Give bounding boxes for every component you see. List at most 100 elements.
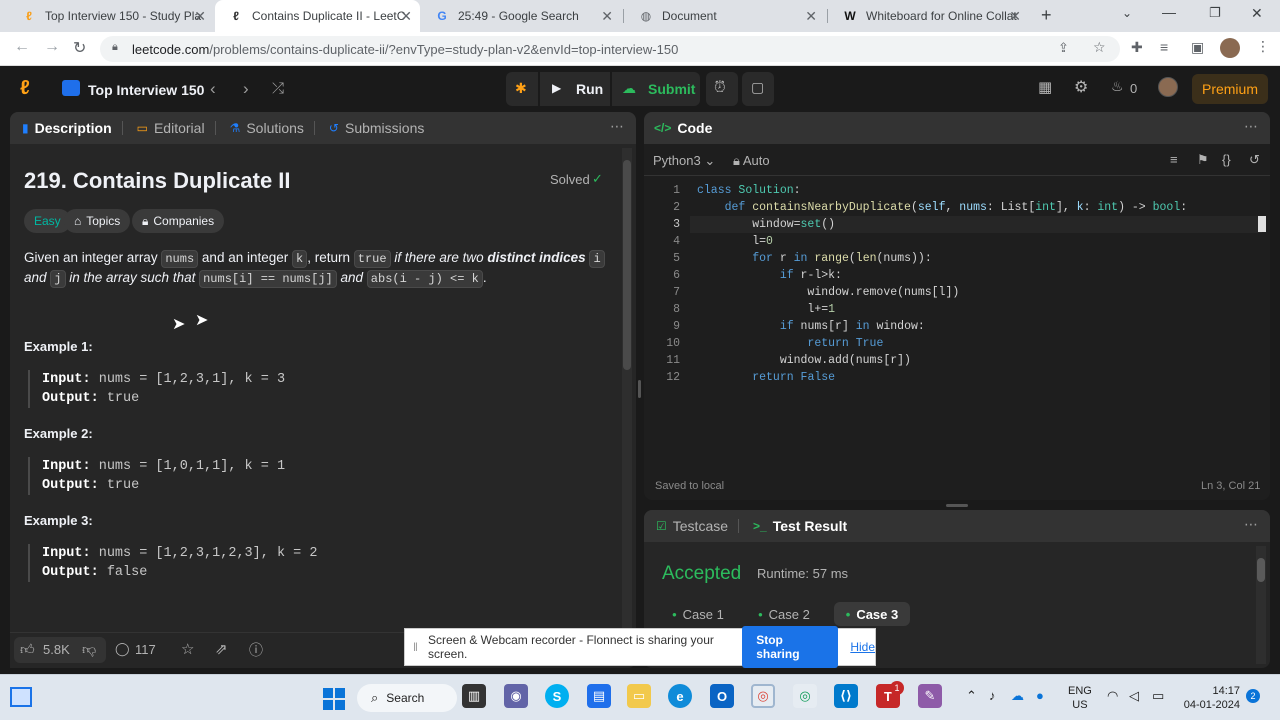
hide-link[interactable]: Hide (850, 640, 875, 654)
leetcode-logo[interactable]: ℓ (20, 77, 30, 100)
gear-icon[interactable]: ⚙ (1074, 77, 1088, 97)
tab-editorial[interactable]: ▭ Editorial (137, 120, 205, 136)
chevron-down-icon[interactable]: ⌄ (1122, 6, 1132, 20)
task-view-icon[interactable]: ▥ (462, 684, 486, 708)
code-line[interactable]: window=set() (697, 218, 835, 231)
outlook-icon[interactable]: O (710, 684, 734, 708)
avatar[interactable] (1158, 77, 1178, 97)
companies-tag[interactable]: 🔒︎ Companies (132, 209, 225, 233)
chrome-profile-icon[interactable]: ◎ (793, 684, 817, 708)
close-icon[interactable]: ✕ (601, 8, 613, 25)
menu-icon[interactable]: ⋮ (1256, 38, 1270, 55)
more-icon[interactable]: ⋯ (1244, 516, 1258, 533)
chevron-up-icon[interactable]: ⌃ (966, 688, 977, 704)
browser-tab[interactable]: ℓ Top Interview 150 - Study Pla ✕ (8, 0, 214, 32)
format-icon[interactable]: ≡ (1170, 152, 1178, 167)
tab-code[interactable]: </> Code (654, 120, 712, 136)
code-line[interactable]: window.remove(nums[l]) (697, 286, 959, 299)
close-icon[interactable]: ✕ (805, 8, 817, 25)
volume-icon[interactable]: ◁ (1129, 688, 1139, 704)
run-button[interactable]: ▶ Run (540, 72, 610, 106)
close-icon[interactable]: ✕ (1009, 8, 1021, 25)
new-tab-icon[interactable]: + (1041, 5, 1052, 26)
flame-icon[interactable]: ♨ (1111, 78, 1124, 95)
mic-icon[interactable]: ♪ (989, 688, 996, 703)
vertical-resize-handle[interactable] (638, 380, 641, 398)
thumbs-up-icon[interactable]: 👍︎ (20, 641, 35, 658)
language-select[interactable]: Python3 ⌄ (653, 153, 715, 169)
back-icon[interactable]: ← (14, 38, 30, 56)
code-line[interactable]: l+=1 (697, 303, 835, 316)
scrollbar-track[interactable] (1256, 546, 1266, 664)
stop-sharing-button[interactable]: Stop sharing (742, 626, 839, 668)
reload-icon[interactable]: ↻ (73, 38, 86, 58)
bookmark-icon[interactable]: ⚑ (1197, 152, 1209, 168)
clock[interactable]: 14:17 04-01-2024 (1180, 684, 1240, 712)
side-panel-icon[interactable]: ▣ (1191, 39, 1204, 56)
windows-start-icon[interactable] (323, 688, 345, 710)
tab-description[interactable]: ▮ Description (22, 120, 112, 136)
vscode-icon[interactable]: ⟨⟩ (834, 684, 858, 708)
url-input[interactable]: 🔒︎ leetcode.com/problems/contains-duplic… (100, 36, 1120, 62)
autocomplete-mode[interactable]: 🔒︎ Auto (733, 153, 770, 169)
close-icon[interactable]: ✕ (194, 8, 206, 25)
close-icon[interactable]: ✕ (400, 8, 412, 25)
star-icon[interactable]: ☆ (181, 640, 194, 658)
store-icon[interactable]: ▤ (587, 684, 611, 708)
debug-button[interactable]: ✱ (506, 72, 538, 106)
code-line[interactable]: class Solution: (697, 184, 801, 197)
chrome-icon[interactable]: ◎ (751, 684, 775, 708)
code-line[interactable]: window.add(nums[r]) (697, 354, 911, 367)
file-explorer-icon[interactable]: ▭ (627, 684, 651, 708)
next-problem-icon[interactable]: › (243, 79, 249, 99)
code-line[interactable]: if nums[r] in window: (697, 320, 925, 333)
extensions-icon[interactable]: ✚ (1131, 39, 1143, 56)
timer-button[interactable]: ⏰︎ (706, 72, 738, 106)
prev-problem-icon[interactable]: ‹ (210, 79, 216, 99)
case-tab-active[interactable]: • Case 3 (834, 602, 910, 626)
premium-button[interactable]: Premium (1192, 74, 1268, 104)
more-icon[interactable]: ⋯ (1244, 118, 1258, 135)
horizontal-resize-handle[interactable] (946, 504, 968, 507)
minimize-icon[interactable]: — (1162, 4, 1176, 20)
onedrive-icon[interactable]: ☁ (1011, 688, 1024, 704)
shuffle-icon[interactable]: ⤮ (272, 80, 284, 97)
forward-icon[interactable]: → (44, 38, 60, 56)
wifi-icon[interactable]: ◠ (1107, 688, 1118, 704)
case-tab[interactable]: • Case 1 (662, 602, 734, 626)
tab-solutions[interactable]: ⚗ Solutions (230, 120, 304, 136)
notes-button[interactable]: ▢ (742, 72, 774, 106)
code-line[interactable]: return False (697, 371, 835, 384)
scrollbar-thumb[interactable] (1257, 558, 1265, 582)
browser-tab[interactable]: G 25:49 - Google Search ✕ (421, 0, 621, 32)
drag-handle-icon[interactable]: ‖ (413, 640, 418, 654)
tab-submissions[interactable]: ↺ Submissions (329, 120, 424, 136)
topics-tag[interactable]: ⌂ Topics (64, 209, 131, 233)
code-line[interactable]: def containsNearbyDuplicate(self, nums: … (697, 201, 1188, 214)
reset-icon[interactable]: ↺ (1249, 152, 1260, 168)
browser-tab[interactable]: ◍ Document ✕ (625, 0, 825, 32)
avatar[interactable] (1220, 38, 1240, 58)
edge-icon[interactable]: e (668, 684, 692, 708)
restore-icon[interactable]: ❐ (1209, 5, 1221, 21)
browser-tab-active[interactable]: ℓ Contains Duplicate II - LeetC ✕ (215, 0, 420, 32)
case-tab[interactable]: • Case 2 (746, 602, 822, 626)
editor-scrollbar-thumb[interactable] (1258, 216, 1266, 232)
code-line[interactable]: l=0 (697, 235, 773, 248)
media-icon[interactable]: ≡ (1160, 39, 1168, 55)
external-link-icon[interactable]: ⇗ (215, 640, 228, 658)
star-icon[interactable]: ☆ (1093, 39, 1106, 56)
mic-active-icon[interactable]: ● (1036, 688, 1044, 703)
code-line[interactable]: if r-l>k: (697, 269, 842, 282)
more-icon[interactable]: ⋯ (610, 118, 624, 135)
comment-icon[interactable]: ◯ (115, 641, 130, 657)
taskbar-search[interactable]: ⌕ Search (357, 684, 457, 712)
tab-test-result[interactable]: >_ Test Result (753, 518, 847, 534)
submit-button[interactable]: ☁ Submit (612, 72, 700, 106)
braces-icon[interactable]: {} (1222, 152, 1231, 167)
teams-icon[interactable]: ◉ (504, 684, 528, 708)
problem-list-title[interactable]: Top Interview 150 (88, 82, 204, 98)
help-icon[interactable]: ⓘ (249, 640, 263, 660)
scrollbar-track[interactable] (622, 148, 632, 664)
input-language[interactable]: ENG US (1068, 684, 1092, 712)
